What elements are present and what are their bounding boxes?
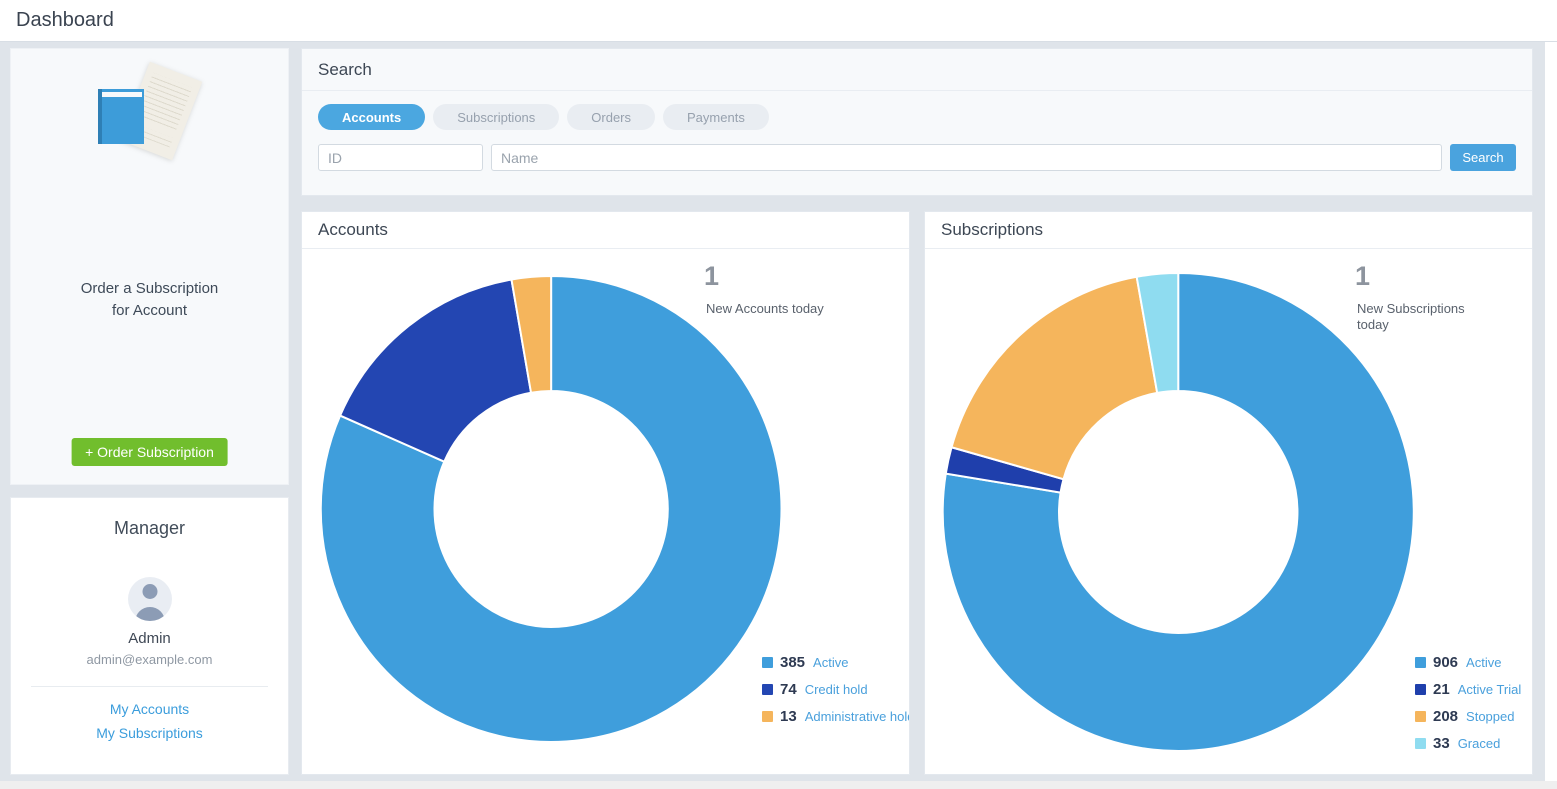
highlight-label: New Subscriptions today [1357, 301, 1497, 332]
legend-label[interactable]: Administrative hold [805, 709, 909, 724]
manager-card: Manager Admin admin@example.com My Accou… [10, 497, 289, 775]
chart-title: Accounts [302, 212, 909, 249]
legend-swatch [762, 684, 773, 695]
chart-title: Subscriptions [925, 212, 1532, 249]
divider [31, 686, 268, 687]
book-icon [98, 89, 144, 144]
legend-swatch [1415, 684, 1426, 695]
highlight-label: New Accounts today [706, 301, 846, 317]
legend-item: 33 Graced [1415, 735, 1521, 752]
search-fields: Search [302, 130, 1532, 171]
legend-value: 208 [1433, 708, 1458, 725]
legend-value: 33 [1433, 735, 1450, 752]
main-area: Search Accounts Subscriptions Orders Paymen… [301, 48, 1533, 775]
legend-swatch [1415, 711, 1426, 722]
manager-name: Admin [11, 630, 288, 647]
donut-slice-stopped[interactable] [952, 277, 1158, 479]
sidebar: Order a Subscription for Account + Order… [10, 48, 289, 775]
order-subscription-button[interactable]: + Order Subscription [71, 438, 228, 466]
legend-item: 906 Active [1415, 654, 1521, 671]
avatar [128, 577, 172, 621]
legend-value: 906 [1433, 654, 1458, 671]
search-tabs: Accounts Subscriptions Orders Payments [302, 91, 1532, 130]
legend-swatch [1415, 657, 1426, 668]
legend-item: 74 Credit hold [762, 681, 909, 698]
legend-label[interactable]: Credit hold [805, 682, 868, 697]
legend-label[interactable]: Active [1466, 655, 1501, 670]
highlight-value: 1 [704, 261, 719, 292]
tab-subscriptions[interactable]: Subscriptions [433, 104, 559, 130]
tab-payments[interactable]: Payments [663, 104, 769, 130]
search-button[interactable]: Search [1450, 144, 1516, 171]
page-header: Dashboard [0, 0, 1557, 42]
chart-body: 1 New Accounts today 385 Active 74 Credit h… [302, 249, 909, 774]
chart-legend: 906 Active 21 Active Trial208 Stopped 33 Grace… [1415, 654, 1521, 752]
name-input[interactable] [491, 144, 1442, 171]
legend-item: 13 Administrative hold [762, 708, 909, 725]
manager-email: admin@example.com [11, 652, 288, 667]
legend-value: 13 [780, 708, 797, 725]
book-and-paper-illustration [95, 67, 205, 182]
legend-swatch [762, 711, 773, 722]
legend-label[interactable]: Stopped [1466, 709, 1514, 724]
legend-label[interactable]: Graced [1458, 736, 1501, 751]
chart-panel-subscriptions: Subscriptions 1 New Subscriptions today … [924, 211, 1533, 775]
order-subscription-text: Order a Subscription for Account [11, 278, 288, 322]
chart-body: 1 New Subscriptions today 906 Active 21 Act… [925, 249, 1532, 774]
tab-orders[interactable]: Orders [567, 104, 655, 130]
charts-row: Accounts 1 New Accounts today 385 Active 7… [301, 211, 1533, 775]
manager-links: My AccountsMy Subscriptions [11, 697, 288, 745]
legend-item: 21 Active Trial [1415, 681, 1521, 698]
link-my-accounts[interactable]: My Accounts [11, 697, 288, 721]
legend-swatch [762, 657, 773, 668]
chart-panel-accounts: Accounts 1 New Accounts today 385 Active 7… [301, 211, 910, 775]
link-my-subscriptions[interactable]: My Subscriptions [11, 721, 288, 745]
search-panel: Search Accounts Subscriptions Orders Paymen… [301, 48, 1533, 196]
bottom-strip [0, 781, 1557, 789]
chart-legend: 385 Active 74 Credit hold 13 Administrative h… [762, 654, 909, 725]
highlight-value: 1 [1355, 261, 1370, 292]
legend-item: 208 Stopped [1415, 708, 1521, 725]
manager-card-title: Manager [11, 518, 288, 539]
order-subscription-card: Order a Subscription for Account + Order… [10, 48, 289, 485]
page-title: Dashboard [16, 9, 114, 32]
legend-label[interactable]: Active Trial [1458, 682, 1522, 697]
legend-item: 385 Active [762, 654, 909, 671]
legend-swatch [1415, 738, 1426, 749]
legend-value: 21 [1433, 681, 1450, 698]
tab-accounts[interactable]: Accounts [318, 104, 425, 130]
id-input[interactable] [318, 144, 483, 171]
legend-value: 74 [780, 681, 797, 698]
legend-value: 385 [780, 654, 805, 671]
legend-label[interactable]: Active [813, 655, 848, 670]
search-panel-title: Search [302, 49, 1532, 91]
content-area: Order a Subscription for Account + Order… [0, 42, 1545, 781]
